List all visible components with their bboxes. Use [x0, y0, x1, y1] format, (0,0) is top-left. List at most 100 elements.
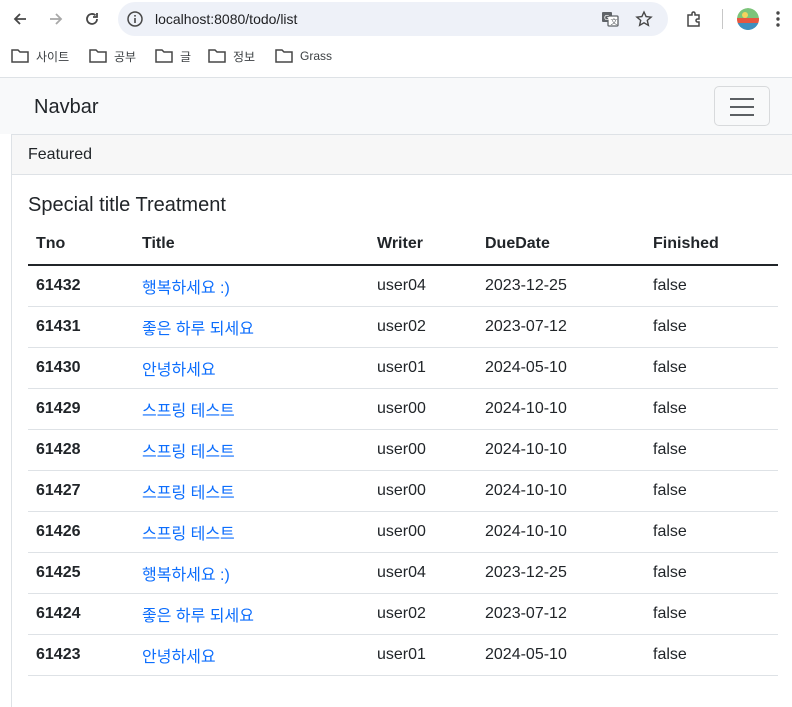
hamburger-icon [730, 106, 754, 108]
todo-card: Featured Special title Treatment Tno Tit… [11, 134, 792, 707]
cell-writer: user02 [369, 306, 477, 348]
card-title: Special title Treatment [28, 194, 226, 216]
cell-duedate: 2024-05-10 [477, 634, 645, 676]
cell-writer: user04 [369, 265, 477, 307]
bookmark-folder[interactable]: 글 [155, 46, 191, 66]
cell-title: 스프링 테스트 [134, 511, 369, 553]
cell-writer: user00 [369, 429, 477, 471]
todo-title-link[interactable]: 행복하세요 :) [142, 567, 230, 584]
todo-title-link[interactable]: 스프링 테스트 [142, 485, 235, 502]
translate-icon[interactable]: G文 [600, 9, 620, 29]
url-text[interactable]: localhost:8080/todo/list [155, 11, 297, 27]
profile-avatar[interactable] [737, 8, 759, 30]
bookmark-folder[interactable]: 사이트 [11, 46, 69, 66]
toolbar-divider [722, 9, 723, 29]
bookmark-label: 사이트 [36, 49, 70, 64]
bookmark-label: 공부 [114, 49, 137, 64]
info-icon[interactable] [126, 10, 144, 28]
cell-tno: 61427 [28, 470, 134, 512]
folder-icon [89, 49, 107, 63]
cell-duedate: 2024-10-10 [477, 388, 645, 430]
cell-title: 행복하세요 :) [134, 552, 369, 594]
menu-button[interactable] [766, 7, 790, 31]
todo-title-link[interactable]: 스프링 테스트 [142, 444, 235, 461]
column-header-duedate: DueDate [477, 223, 645, 266]
cell-title: 스프링 테스트 [134, 429, 369, 471]
cell-finished: false [645, 388, 778, 430]
todo-title-link[interactable]: 좋은 하루 되세요 [142, 608, 254, 625]
table-row: 61426 스프링 테스트 user00 2024-10-10 false [28, 511, 778, 553]
table-row: 61430 안녕하세요 user01 2024-05-10 false [28, 347, 778, 389]
cell-title: 좋은 하루 되세요 [134, 306, 369, 348]
todo-title-link[interactable]: 스프링 테스트 [142, 526, 235, 543]
folder-icon [11, 49, 29, 63]
cell-tno: 61429 [28, 388, 134, 430]
reload-button[interactable] [80, 7, 104, 31]
cell-writer: user01 [369, 634, 477, 676]
cell-title: 스프링 테스트 [134, 388, 369, 430]
address-bar[interactable]: localhost:8080/todo/list G文 [118, 2, 668, 36]
cell-finished: false [645, 429, 778, 471]
todo-title-link[interactable]: 행복하세요 :) [142, 280, 230, 297]
bookmark-folder[interactable]: Grass [275, 46, 332, 66]
navbar-brand[interactable]: Navbar [34, 96, 98, 119]
cell-writer: user00 [369, 511, 477, 553]
back-button[interactable] [8, 7, 32, 31]
cell-tno: 61426 [28, 511, 134, 553]
forward-icon [50, 13, 63, 25]
svg-text:文: 文 [611, 17, 618, 26]
navbar-toggler-button[interactable] [714, 86, 770, 126]
more-vert-icon [776, 11, 780, 27]
column-header-title: Title [134, 223, 369, 266]
cell-title: 스프링 테스트 [134, 470, 369, 512]
cell-tno: 61423 [28, 634, 134, 676]
cell-writer: user04 [369, 552, 477, 594]
star-icon[interactable] [634, 9, 654, 29]
bookmark-label: Grass [300, 49, 333, 63]
folder-icon [208, 49, 226, 63]
cell-writer: user01 [369, 347, 477, 389]
table-row: 61429 스프링 테스트 user00 2024-10-10 false [28, 388, 778, 430]
reload-icon [86, 13, 98, 25]
bookmark-folder[interactable]: 정보 [208, 46, 255, 66]
todo-title-link[interactable]: 안녕하세요 [142, 362, 216, 379]
cell-duedate: 2023-12-25 [477, 552, 645, 594]
todo-title-link[interactable]: 좋은 하루 되세요 [142, 321, 254, 338]
column-header-tno: Tno [28, 223, 134, 266]
cell-finished: false [645, 511, 778, 553]
cell-finished: false [645, 634, 778, 676]
cell-tno: 61431 [28, 306, 134, 348]
card-header: Featured [12, 135, 792, 175]
todo-title-link[interactable]: 안녕하세요 [142, 649, 216, 666]
cell-finished: false [645, 265, 778, 307]
folder-icon [275, 49, 293, 63]
cell-tno: 61430 [28, 347, 134, 389]
cell-finished: false [645, 470, 778, 512]
cell-title: 좋은 하루 되세요 [134, 593, 369, 635]
todo-table: Tno Title Writer DueDate Finished 61432 행… [28, 223, 778, 676]
extensions-icon[interactable] [682, 7, 706, 31]
table-row: 61431 좋은 하루 되세요 user02 2023-07-12 false [28, 306, 778, 348]
hamburger-icon [730, 98, 754, 100]
cell-duedate: 2023-12-25 [477, 265, 645, 307]
table-row: 61428 스프링 테스트 user00 2024-10-10 false [28, 429, 778, 471]
cell-finished: false [645, 593, 778, 635]
cell-tno: 61425 [28, 552, 134, 594]
forward-button[interactable] [44, 7, 68, 31]
table-row: 61427 스프링 테스트 user00 2024-10-10 false [28, 470, 778, 512]
page-navbar: Navbar [0, 77, 792, 134]
hamburger-icon [730, 114, 754, 116]
bookmark-folder[interactable]: 공부 [89, 46, 136, 66]
todo-title-link[interactable]: 스프링 테스트 [142, 403, 235, 420]
cell-tno: 61432 [28, 265, 134, 307]
cell-writer: user00 [369, 470, 477, 512]
folder-icon [155, 49, 173, 63]
cell-duedate: 2024-10-10 [477, 429, 645, 471]
back-icon [13, 13, 26, 25]
browser-toolbar: localhost:8080/todo/list G文 [0, 0, 792, 38]
bookmarks-bar: 사이트 공부 글 정보 Grass [0, 38, 792, 76]
cell-duedate: 2023-07-12 [477, 593, 645, 635]
table-row: 61425 행복하세요 :) user04 2023-12-25 false [28, 552, 778, 594]
cell-tno: 61424 [28, 593, 134, 635]
svg-text:G: G [604, 14, 609, 22]
